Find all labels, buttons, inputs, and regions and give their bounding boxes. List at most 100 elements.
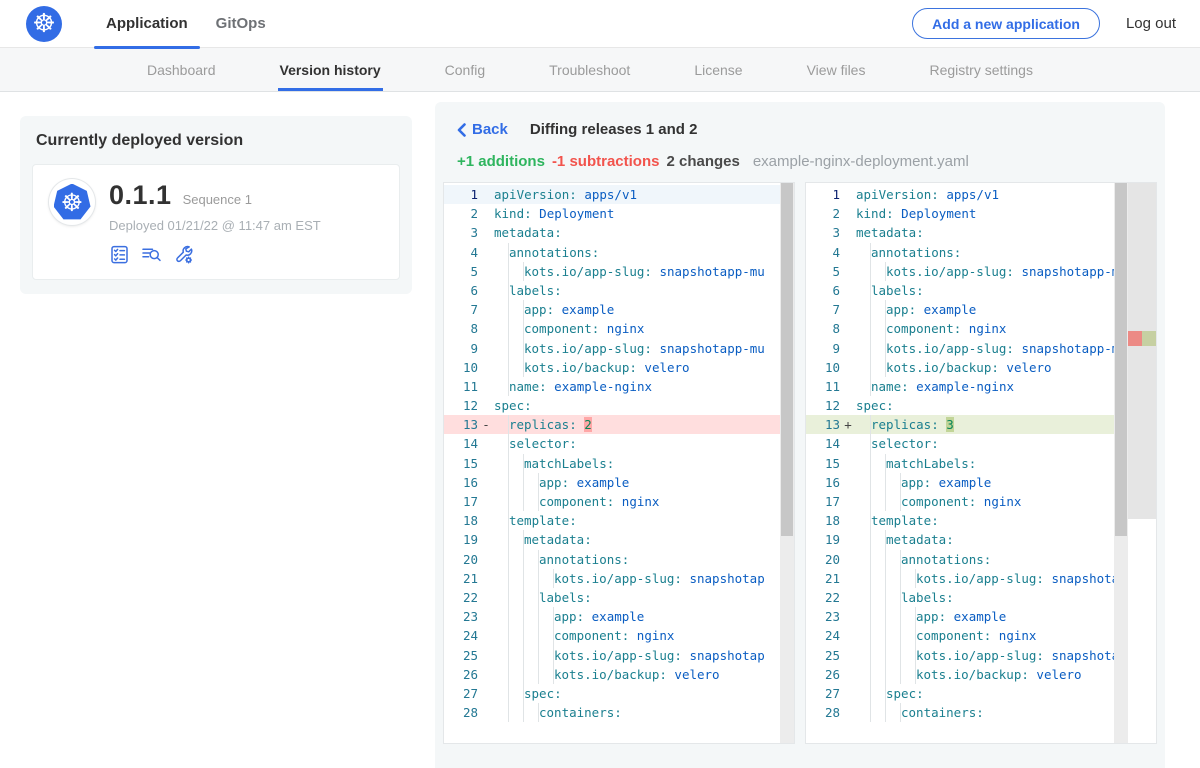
code-line-modified-9: 9kots.io/app-slug: snapshotapp-mu bbox=[806, 339, 1156, 358]
changes-count: 2 changes bbox=[666, 153, 739, 170]
code-line-original-22: 22labels: bbox=[444, 588, 794, 607]
code-line-modified-23: 23app: example bbox=[806, 607, 1156, 626]
code-line-modified-8: 8component: nginx bbox=[806, 319, 1156, 338]
top-tabs: ApplicationGitOps bbox=[92, 0, 280, 48]
subnav-item-license[interactable]: License bbox=[692, 48, 744, 91]
subnav-item-registry-settings[interactable]: Registry settings bbox=[927, 48, 1034, 91]
deployed-card-title: Currently deployed version bbox=[36, 132, 396, 150]
code-line-modified-21: 21kots.io/app-slug: snapshotap bbox=[806, 569, 1156, 588]
code-line-modified-10: 10kots.io/backup: velero bbox=[806, 358, 1156, 377]
top-tab-application[interactable]: Application bbox=[92, 0, 202, 48]
code-line-original-14: 14selector: bbox=[444, 434, 794, 453]
subnav-item-version-history[interactable]: Version history bbox=[278, 48, 383, 91]
code-line-original-9: 9kots.io/app-slug: snapshotapp-mu bbox=[444, 339, 794, 358]
top-navbar: ☸ ApplicationGitOps Add a new applicatio… bbox=[0, 0, 1200, 48]
code-line-original-16: 16app: example bbox=[444, 473, 794, 492]
code-line-original-21: 21kots.io/app-slug: snapshotap bbox=[444, 569, 794, 588]
code-line-modified-27: 27spec: bbox=[806, 684, 1156, 703]
code-line-modified-4: 4annotations: bbox=[806, 243, 1156, 262]
code-line-original-27: 27spec: bbox=[444, 684, 794, 703]
code-line-modified-19: 19metadata: bbox=[806, 530, 1156, 549]
code-line-original-6: 6labels: bbox=[444, 281, 794, 300]
code-line-modified-17: 17component: nginx bbox=[806, 492, 1156, 511]
code-line-original-10: 10kots.io/backup: velero bbox=[444, 358, 794, 377]
release-notes-icon[interactable] bbox=[109, 244, 130, 265]
chevron-left-icon bbox=[457, 123, 466, 137]
scrollbar-thumb[interactable] bbox=[1115, 183, 1127, 536]
diff-title: Diffing releases 1 and 2 bbox=[530, 121, 698, 138]
code-line-modified-20: 20annotations: bbox=[806, 550, 1156, 569]
kubernetes-logo-icon: ☸ bbox=[26, 6, 62, 42]
code-line-modified-16: 16app: example bbox=[806, 473, 1156, 492]
code-line-modified-3: 3metadata: bbox=[806, 223, 1156, 242]
code-line-modified-24: 24component: nginx bbox=[806, 626, 1156, 645]
top-tab-gitops[interactable]: GitOps bbox=[202, 0, 280, 48]
configure-wrench-gear-icon[interactable] bbox=[173, 244, 194, 265]
diff-pane-modified[interactable]: 1apiVersion: apps/v12kind: Deployment3me… bbox=[805, 182, 1157, 744]
diff-overview-ruler[interactable] bbox=[1128, 183, 1156, 743]
code-line-original-11: 11name: example-nginx bbox=[444, 377, 794, 396]
version-actions bbox=[109, 244, 321, 265]
code-line-original-1: 1apiVersion: apps/v1 bbox=[444, 185, 794, 204]
code-line-original-20: 20annotations: bbox=[444, 550, 794, 569]
code-line-modified-7: 7app: example bbox=[806, 300, 1156, 319]
diff-stats: +1 additions -1 subtractions 2 changes e… bbox=[443, 153, 1157, 170]
code-line-original-17: 17component: nginx bbox=[444, 492, 794, 511]
code-line-modified-26: 26kots.io/backup: velero bbox=[806, 665, 1156, 684]
scrollbar-thumb[interactable] bbox=[781, 183, 793, 536]
code-line-modified-12: 12spec: bbox=[806, 396, 1156, 415]
code-line-original-15: 15matchLabels: bbox=[444, 454, 794, 473]
subnav-item-dashboard[interactable]: Dashboard bbox=[145, 48, 218, 91]
deployed-timestamp: Deployed 01/21/22 @ 11:47 am EST bbox=[109, 218, 321, 233]
additions-count: +1 additions bbox=[457, 153, 545, 170]
diff-pane-original[interactable]: 1apiVersion: apps/v12kind: Deployment3me… bbox=[443, 182, 795, 744]
code-line-original-25: 25kots.io/app-slug: snapshotap bbox=[444, 646, 794, 665]
code-line-original-19: 19metadata: bbox=[444, 530, 794, 549]
code-line-original-12: 12spec: bbox=[444, 396, 794, 415]
code-line-original-8: 8component: nginx bbox=[444, 319, 794, 338]
code-line-modified-5: 5kots.io/app-slug: snapshotapp-mu bbox=[806, 262, 1156, 281]
code-line-original-13: 13-replicas: 2 bbox=[444, 415, 794, 434]
currently-deployed-card: Currently deployed version ☸ 0.1.1 Seque… bbox=[20, 116, 412, 294]
back-link[interactable]: Back bbox=[457, 121, 508, 138]
code-line-modified-25: 25kots.io/app-slug: snapshotap bbox=[806, 646, 1156, 665]
code-line-modified-15: 15matchLabels: bbox=[806, 454, 1156, 473]
overview-insertion-mark bbox=[1142, 331, 1156, 346]
app-logo: ☸ bbox=[49, 179, 95, 225]
vertical-scrollbar bbox=[780, 183, 794, 743]
code-line-original-18: 18template: bbox=[444, 511, 794, 530]
view-files-search-icon[interactable] bbox=[141, 244, 162, 265]
code-line-original-5: 5kots.io/app-slug: snapshotapp-mu bbox=[444, 262, 794, 281]
vertical-scrollbar bbox=[1114, 183, 1128, 743]
code-line-modified-28: 28containers: bbox=[806, 703, 1156, 722]
diff-filename: example-nginx-deployment.yaml bbox=[753, 153, 969, 170]
add-a-new-application-button[interactable]: Add a new application bbox=[912, 8, 1100, 39]
code-line-original-26: 26kots.io/backup: velero bbox=[444, 665, 794, 684]
code-line-original-4: 4annotations: bbox=[444, 243, 794, 262]
ruler-viewport-indicator bbox=[1128, 183, 1156, 519]
app-subnav: Dashboard Version history Config Troublesho… bbox=[0, 48, 1200, 92]
overview-deletion-mark bbox=[1128, 331, 1142, 346]
code-line-original-23: 23app: example bbox=[444, 607, 794, 626]
code-line-original-24: 24component: nginx bbox=[444, 626, 794, 645]
code-line-modified-11: 11name: example-nginx bbox=[806, 377, 1156, 396]
subnav-item-view-files[interactable]: View files bbox=[805, 48, 868, 91]
sequence-label: Sequence 1 bbox=[183, 192, 252, 207]
logout-link[interactable]: Log out bbox=[1126, 15, 1176, 32]
code-line-modified-13: 13+replicas: 3 bbox=[806, 415, 1156, 434]
version-number: 0.1.1 bbox=[109, 180, 172, 211]
code-line-modified-1: 1apiVersion: apps/v1 bbox=[806, 185, 1156, 204]
diff-card: Back Diffing releases 1 and 2 +1 additio… bbox=[435, 102, 1165, 768]
main-content: Currently deployed version ☸ 0.1.1 Seque… bbox=[0, 92, 1200, 768]
code-line-modified-18: 18template: bbox=[806, 511, 1156, 530]
code-line-modified-2: 2kind: Deployment bbox=[806, 204, 1156, 223]
code-line-modified-14: 14selector: bbox=[806, 434, 1156, 453]
subtractions-count: -1 subtractions bbox=[552, 153, 660, 170]
code-line-original-3: 3metadata: bbox=[444, 223, 794, 242]
subnav-item-config[interactable]: Config bbox=[443, 48, 487, 91]
kubernetes-app-icon: ☸ bbox=[54, 184, 91, 221]
code-line-original-7: 7app: example bbox=[444, 300, 794, 319]
deployed-version-box: ☸ 0.1.1 Sequence 1 Deployed 01/21/22 @ 1… bbox=[32, 164, 400, 280]
code-line-modified-22: 22labels: bbox=[806, 588, 1156, 607]
subnav-item-troubleshoot[interactable]: Troubleshoot bbox=[547, 48, 632, 91]
